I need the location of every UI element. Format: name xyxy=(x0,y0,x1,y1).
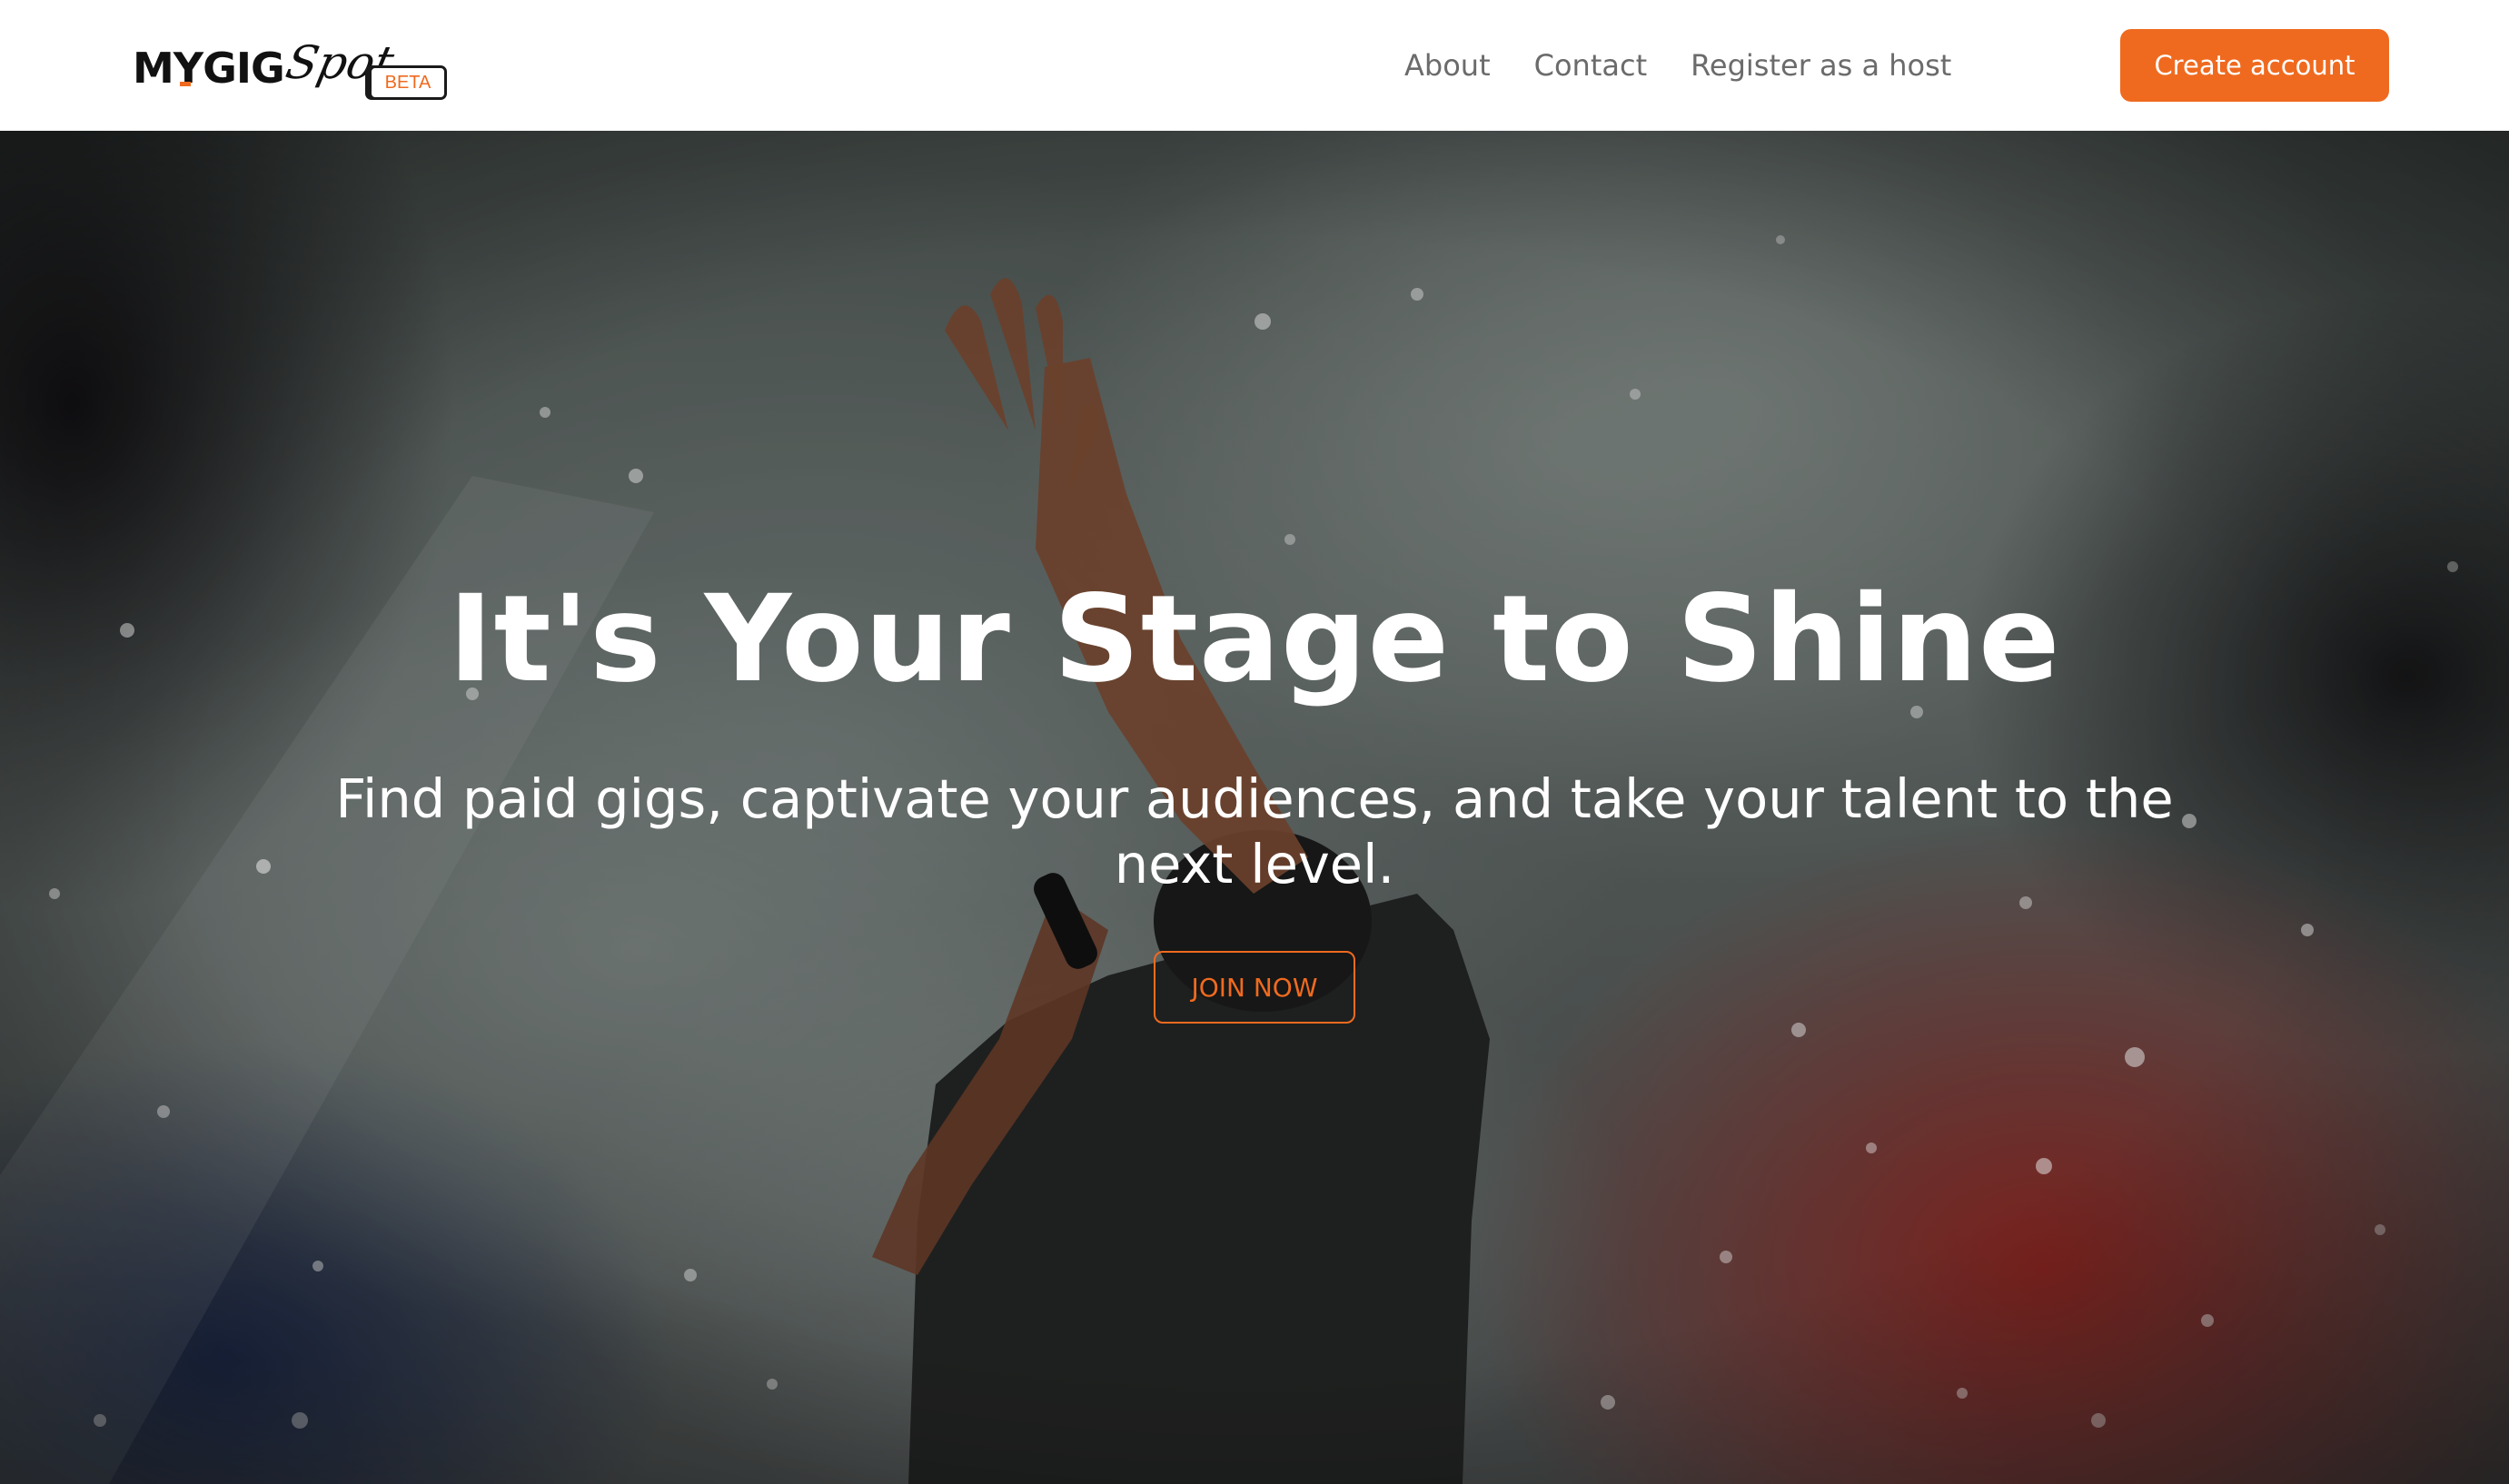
logo-accent-mark xyxy=(180,82,191,86)
hero-subtitle: Find paid gigs, captivate your audiences… xyxy=(335,767,2174,895)
nav-link-register-host[interactable]: Register as a host xyxy=(1691,48,1951,83)
top-navbar: MYGIG Spot BETA About Contact Register a… xyxy=(0,0,2509,131)
hero-content: It's Your Stage to Shine Find paid gigs,… xyxy=(0,131,2509,1484)
nav-link-contact[interactable]: Contact xyxy=(1534,48,1648,83)
main-nav: About Contact Register as a host xyxy=(1404,0,1951,131)
hero-title: It's Your Stage to Shine xyxy=(448,569,2061,709)
hero-section: It's Your Stage to Shine Find paid gigs,… xyxy=(0,131,2509,1484)
create-account-button[interactable]: Create account xyxy=(2120,29,2389,102)
beta-badge: BETA xyxy=(369,65,447,100)
brand-logo[interactable]: MYGIG Spot BETA xyxy=(133,36,460,109)
join-now-button[interactable]: JOIN NOW xyxy=(1154,951,1355,1024)
logo-wordmark: MYGIG xyxy=(133,44,285,93)
nav-link-about[interactable]: About xyxy=(1404,48,1491,83)
